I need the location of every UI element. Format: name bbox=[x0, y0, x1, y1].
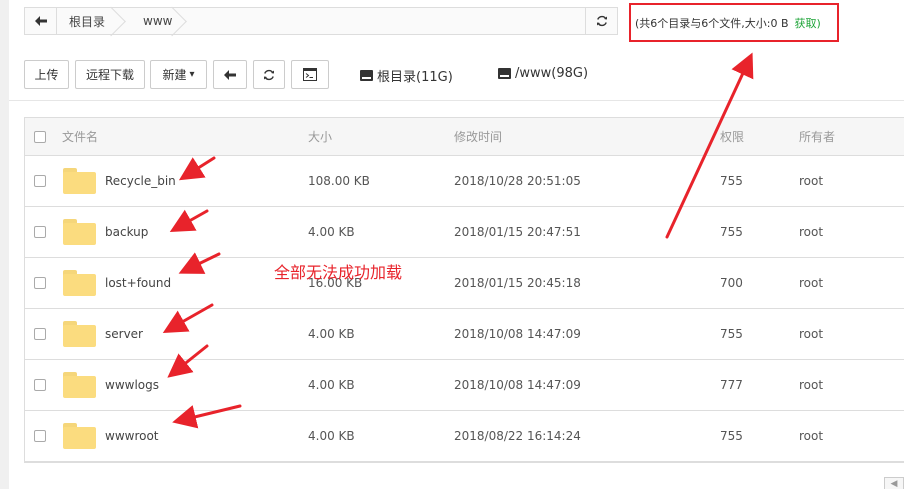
disk-www[interactable]: /www(98G) bbox=[498, 66, 588, 81]
breadcrumb-www-label: www bbox=[143, 14, 173, 28]
table-row[interactable]: Recycle_bin 108.00 KB 2018/10/28 20:51:0… bbox=[25, 156, 904, 207]
row-checkbox[interactable] bbox=[34, 430, 46, 442]
directory-summary: (共6个目录与6个文件,大小:0 B 获取) bbox=[629, 3, 839, 42]
table-row[interactable]: wwwlogs 4.00 KB 2018/10/08 14:47:09 777 … bbox=[25, 360, 904, 411]
header-permissions[interactable]: 权限 bbox=[720, 118, 744, 155]
file-modified: 2018/01/15 20:45:18 bbox=[454, 276, 581, 290]
file-permissions[interactable]: 700 bbox=[720, 258, 743, 308]
file-modified: 2018/10/08 14:47:09 bbox=[454, 327, 581, 341]
header-name[interactable]: 文件名 bbox=[62, 118, 98, 155]
path-refresh-button[interactable] bbox=[585, 8, 617, 34]
path-input-area[interactable] bbox=[190, 8, 585, 34]
file-name[interactable]: wwwlogs bbox=[105, 360, 159, 410]
breadcrumb-root-label: 根目录 bbox=[69, 14, 106, 29]
disk-icon bbox=[498, 68, 511, 79]
header-size[interactable]: 大小 bbox=[308, 118, 332, 155]
table-header: 文件名 大小 修改时间 权限 所有者 bbox=[25, 118, 904, 156]
file-owner[interactable]: root bbox=[799, 411, 823, 461]
file-modified: 2018/01/15 20:47:51 bbox=[454, 225, 581, 239]
row-checkbox[interactable] bbox=[34, 226, 46, 238]
row-checkbox[interactable] bbox=[34, 277, 46, 289]
refresh-icon bbox=[264, 69, 274, 80]
file-owner[interactable]: root bbox=[799, 207, 823, 257]
file-owner[interactable]: root bbox=[799, 360, 823, 410]
upload-button[interactable]: 上传 bbox=[24, 60, 69, 89]
table-row[interactable]: server 4.00 KB 2018/10/08 14:47:09 755 r… bbox=[25, 309, 904, 360]
table-row[interactable]: backup 4.00 KB 2018/01/15 20:47:51 755 r… bbox=[25, 207, 904, 258]
file-name[interactable]: Recycle_bin bbox=[105, 156, 176, 206]
file-permissions[interactable]: 777 bbox=[720, 360, 743, 410]
back-arrow-icon bbox=[34, 16, 47, 26]
file-owner[interactable]: root bbox=[799, 309, 823, 359]
file-name[interactable]: server bbox=[105, 309, 143, 359]
path-bar: 根目录 www bbox=[24, 7, 618, 35]
summary-text: (共6个目录与6个文件,大小:0 B bbox=[635, 16, 789, 30]
table-row[interactable]: lost+found 16.00 KB 2018/01/15 20:45:18 … bbox=[25, 258, 904, 309]
file-size: 4.00 KB bbox=[308, 429, 355, 443]
path-back-button[interactable] bbox=[25, 8, 57, 34]
select-all-checkbox[interactable] bbox=[34, 130, 46, 143]
chevron-down-icon: ▾ bbox=[189, 69, 195, 80]
new-dropdown-button[interactable]: 新建 ▾ bbox=[150, 60, 207, 89]
folder-icon bbox=[63, 423, 96, 449]
disk-root[interactable]: 根目录(11G) bbox=[360, 66, 453, 85]
header-owner[interactable]: 所有者 bbox=[799, 118, 835, 155]
upload-button-label: 上传 bbox=[34, 68, 59, 82]
refresh-button[interactable] bbox=[253, 60, 285, 89]
file-name[interactable]: backup bbox=[105, 207, 148, 257]
file-modified: 2018/08/22 16:14:24 bbox=[454, 429, 581, 443]
file-modified: 2018/10/28 20:51:05 bbox=[454, 174, 581, 188]
file-size: 4.00 KB bbox=[308, 378, 355, 392]
refresh-icon bbox=[596, 15, 607, 27]
pagination-stub[interactable]: ◀ bbox=[884, 477, 904, 489]
chevron-left-icon: ◀ bbox=[890, 478, 898, 489]
file-name[interactable]: lost+found bbox=[105, 258, 171, 308]
disk-root-label: 根目录(11G) bbox=[377, 70, 453, 85]
row-checkbox[interactable] bbox=[34, 328, 46, 340]
file-permissions[interactable]: 755 bbox=[720, 207, 743, 257]
breadcrumb-www[interactable]: www bbox=[129, 8, 190, 34]
file-owner[interactable]: root bbox=[799, 156, 823, 206]
remote-download-label: 远程下载 bbox=[85, 68, 134, 82]
back-arrow-icon bbox=[224, 69, 236, 80]
header-modified[interactable]: 修改时间 bbox=[454, 118, 502, 155]
toolbar-divider bbox=[9, 100, 904, 101]
disk-www-label: /www(98G) bbox=[515, 66, 589, 81]
file-size: 4.00 KB bbox=[308, 225, 355, 239]
file-size: 4.00 KB bbox=[308, 327, 355, 341]
folder-icon bbox=[63, 321, 96, 347]
file-size: 108.00 KB bbox=[308, 174, 370, 188]
file-name[interactable]: wwwroot bbox=[105, 411, 159, 461]
annotation-text: 全部无法成功加载 bbox=[274, 263, 403, 282]
folder-icon bbox=[63, 219, 96, 245]
file-permissions[interactable]: 755 bbox=[720, 156, 743, 206]
file-permissions[interactable]: 755 bbox=[720, 309, 743, 359]
folder-icon bbox=[63, 372, 96, 398]
table-row[interactable]: wwwroot 4.00 KB 2018/08/22 16:14:24 755 … bbox=[25, 411, 904, 462]
file-permissions[interactable]: 755 bbox=[720, 411, 743, 461]
new-button-label: 新建 bbox=[162, 68, 187, 82]
row-checkbox[interactable] bbox=[34, 379, 46, 391]
file-table: 文件名 大小 修改时间 权限 所有者 Recycle_bin 108.00 KB… bbox=[24, 117, 904, 463]
folder-icon bbox=[63, 168, 96, 194]
summary-get-size-link[interactable]: 获取) bbox=[795, 15, 821, 31]
terminal-icon bbox=[303, 68, 317, 81]
breadcrumb-root[interactable]: 根目录 bbox=[57, 8, 129, 34]
remote-download-button[interactable]: 远程下载 bbox=[75, 60, 145, 89]
folder-icon bbox=[63, 270, 96, 296]
disk-icon bbox=[360, 70, 373, 81]
back-button[interactable] bbox=[213, 60, 247, 89]
file-modified: 2018/10/08 14:47:09 bbox=[454, 378, 581, 392]
terminal-button[interactable] bbox=[291, 60, 329, 89]
row-checkbox[interactable] bbox=[34, 175, 46, 187]
file-owner[interactable]: root bbox=[799, 258, 823, 308]
